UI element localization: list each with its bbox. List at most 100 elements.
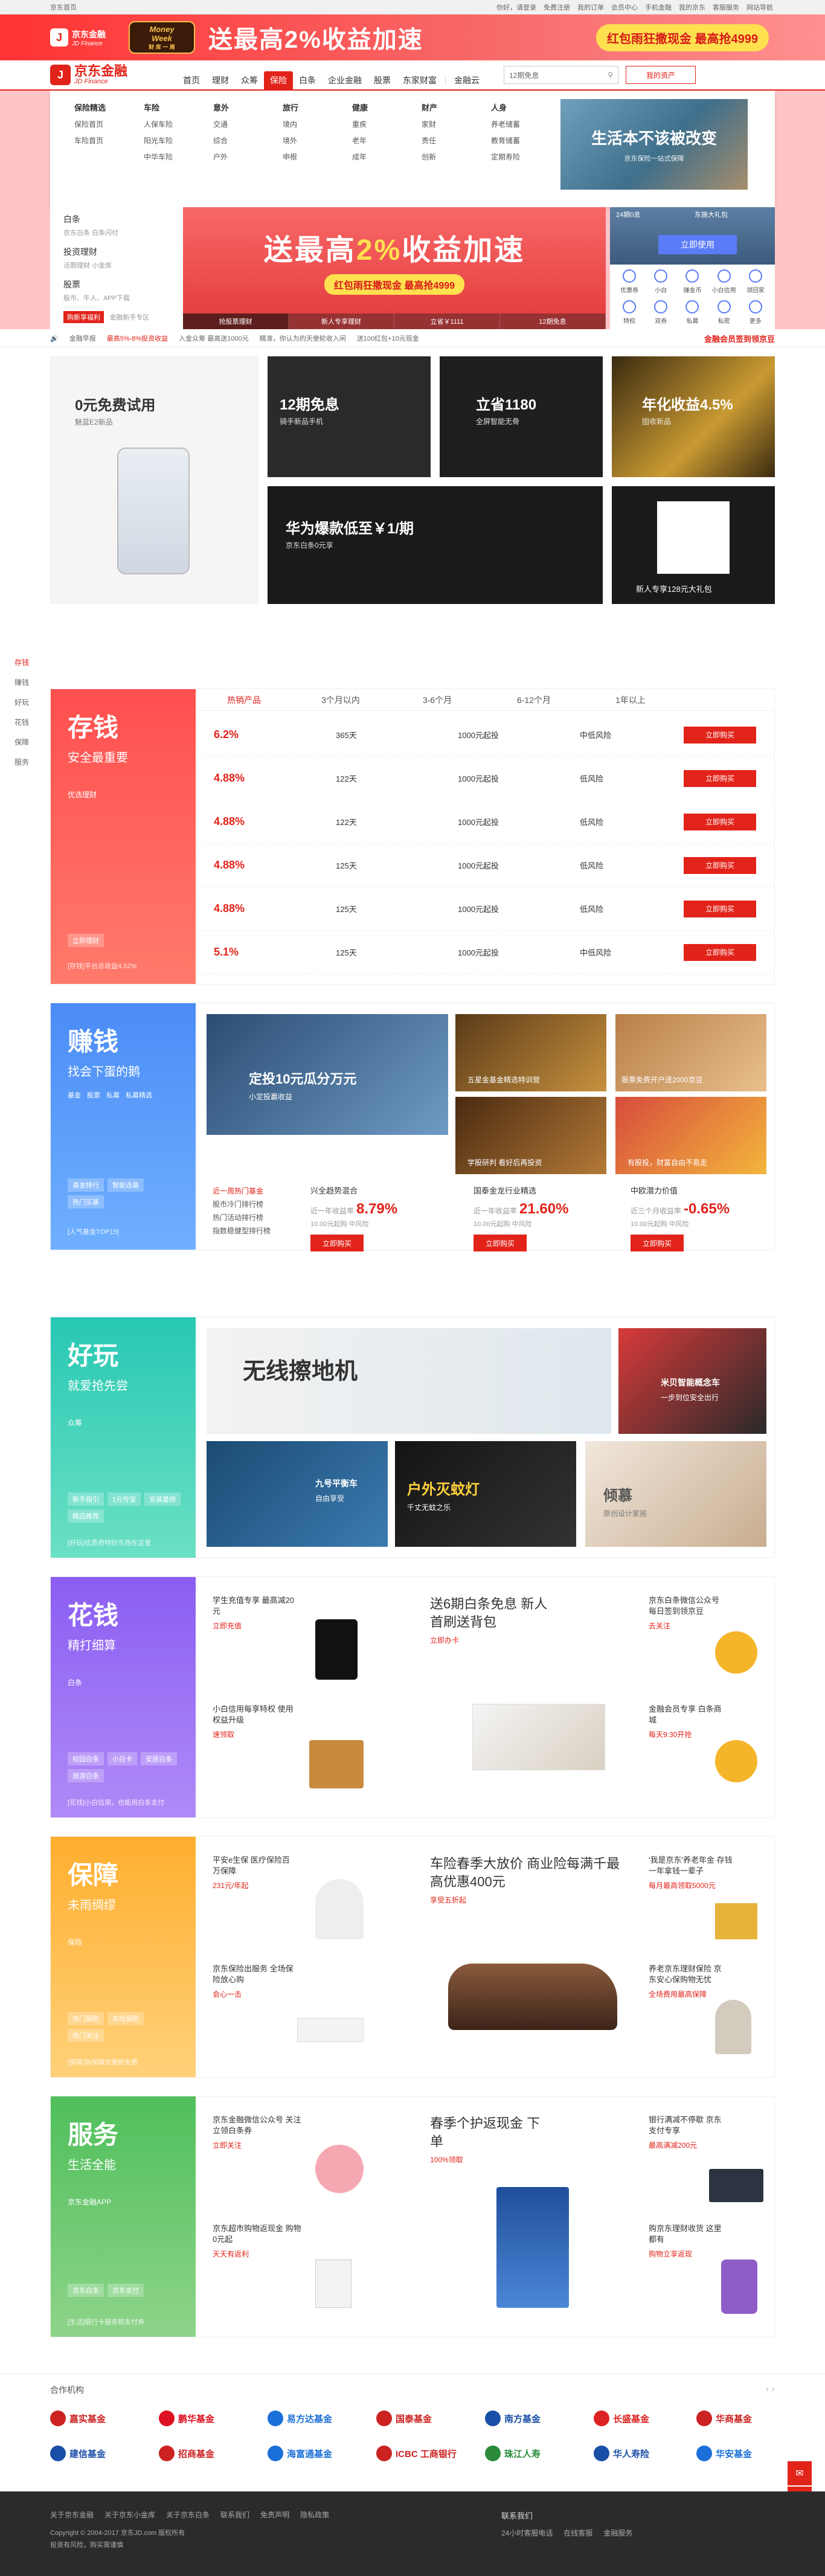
buy-button[interactable]: 立即购买 — [684, 726, 756, 744]
partner-logo[interactable]: 鹏华基金 — [159, 2411, 214, 2426]
floor-tag-button[interactable]: 热门关注 — [68, 2029, 104, 2042]
fund-side-item[interactable]: 近一周热门基金 — [213, 1184, 271, 1198]
tile-free-trial[interactable]: 0元免费试用 魅蓝E2新品 — [50, 356, 258, 604]
floor-tag-button[interactable]: 1元夺宝 — [108, 1492, 141, 1506]
footer-link[interactable]: 隐私政策 — [300, 2510, 329, 2520]
feedback-icon[interactable]: ✉ — [788, 2461, 812, 2485]
nav-enterprise[interactable]: 企业金融 — [322, 71, 368, 89]
card-bike[interactable]: 米贝智能概念车 一步到位安全出行 — [618, 1328, 766, 1434]
info-link[interactable]: 每月最高领取5000元 — [649, 1880, 769, 1890]
buy-button[interactable]: 立即购买 — [684, 856, 756, 874]
floor-tag-button[interactable]: 车险保险 — [108, 2012, 144, 2025]
tab-6-12m[interactable]: 6-12个月 — [486, 689, 582, 710]
info-block[interactable]: 养老京东理财保险 京东安心保购物无忧 全场费用最高保障 — [649, 1964, 769, 2060]
newbie-zone-link[interactable]: 金融新手专区 — [109, 312, 149, 322]
partner-logo[interactable]: 易方达基金 — [268, 2411, 332, 2426]
mega-link[interactable]: 创新 — [422, 152, 436, 162]
info-block-featured[interactable]: 车险春季大放价 商业险每满千最高优惠400元 享受五折起 — [430, 1855, 629, 2060]
footer-link[interactable]: 关于京东白条 — [166, 2510, 210, 2520]
floor-tag-button[interactable]: 安居白条 — [141, 1752, 177, 1765]
floor-tip[interactable]: [好玩]优质奇特好东西在这里 — [68, 1538, 151, 1547]
next-arrow-icon[interactable]: › — [772, 2384, 775, 2394]
floor-tip[interactable]: [人气基金TOP15] — [68, 1227, 119, 1236]
buy-button[interactable]: 立即购买 — [684, 900, 756, 917]
info-block[interactable]: 京东超市购物返现金 购物0元起 天天有返利 — [213, 2223, 394, 2320]
promo-pill[interactable]: 红包雨狂撒现金 最高抢4999 — [595, 24, 769, 51]
quick-coins[interactable]: 赚金币 — [676, 269, 708, 294]
floor-tag[interactable]: 股票 — [87, 1090, 100, 1100]
sidenav-fuwu[interactable]: 服务 — [14, 752, 39, 772]
card-mop[interactable]: 无线擦地机 — [207, 1328, 611, 1434]
mega-link[interactable]: 家财 — [422, 119, 436, 129]
floor-tag[interactable]: 众筹 — [68, 1418, 179, 1428]
floor-tag-button[interactable]: 旅游白条 — [68, 1769, 104, 1782]
nav-stock[interactable]: 股票 — [368, 71, 397, 89]
buy-button[interactable]: 立即购买 — [473, 1235, 527, 1251]
mega-menu-ad[interactable]: 生活本不该被改变 京东保险一站式保障 — [560, 99, 748, 190]
mega-link[interactable]: 老年 — [352, 135, 367, 146]
floor-tag[interactable]: 私募 — [106, 1090, 120, 1100]
mega-link[interactable]: 阳光车险 — [144, 135, 173, 146]
fund-item[interactable]: 中欧潜力价值 近三个月收益率 -0.65% 10.00元起购 中风险 立即购买 — [631, 1184, 775, 1251]
mega-link[interactable]: 境外 — [283, 135, 297, 146]
floor-tag-button[interactable]: 新手指引 — [68, 1492, 104, 1506]
info-link[interactable]: 100%领取 — [430, 2154, 629, 2165]
floor-tag-button[interactable]: 小白卡 — [108, 1752, 137, 1765]
info-link[interactable]: 立即办卡 — [430, 1635, 629, 1645]
card-stock-learn[interactable]: 学股研判 看好后再投资 — [455, 1097, 606, 1174]
info-link[interactable]: 速领取 — [213, 1729, 394, 1739]
mega-link[interactable]: 教育储蓄 — [491, 135, 520, 146]
product-row[interactable]: 4.88% 122天 1000元起投 低风险 立即购买 — [196, 757, 774, 800]
mega-link[interactable]: 申根 — [283, 152, 297, 162]
info-block[interactable]: 购京东理财收货 这里都有 购物立享返现 — [649, 2223, 769, 2320]
sign-in-promo[interactable]: 金融会员签到领京豆 — [704, 333, 775, 344]
category-licai[interactable]: 投资理财 活期理财 小金库 — [63, 246, 170, 270]
mega-link[interactable]: 交通 — [213, 119, 228, 129]
partner-logo[interactable]: 华商基金 — [696, 2411, 752, 2426]
product-row[interactable]: 4.88% 122天 1000元起投 低风险 立即购买 — [196, 800, 774, 844]
hero-banner[interactable]: 送最高2%收益加速 红包雨狂撒现金 最高抢4999 抢股票理财 新人专享理财 立… — [183, 207, 606, 329]
mega-link[interactable]: 车险首页 — [74, 135, 103, 146]
card-wealth[interactable]: 有股投，财富自由不易走 — [615, 1097, 766, 1174]
nav-home[interactable]: 首页 — [177, 71, 206, 89]
quick-more[interactable]: 更多 — [740, 300, 771, 325]
sidenav-huaqian[interactable]: 花钱 — [14, 712, 39, 732]
category-stock[interactable]: 股票 股市、牛人、APP下载 — [63, 278, 170, 303]
mega-link[interactable]: 人保车险 — [144, 119, 173, 129]
quick-credit[interactable]: 小白信用 — [708, 269, 740, 294]
contact-phone[interactable]: 24小时客服电话 — [501, 2528, 553, 2538]
card-stock-open[interactable]: 股票免费开户送2000京豆 — [615, 1014, 766, 1091]
buy-button[interactable]: 立即购买 — [310, 1235, 364, 1251]
floor-tag-button[interactable]: 智能选基 — [108, 1178, 144, 1192]
card-fund-camp[interactable]: 五星金基金精选特训营 — [455, 1014, 606, 1091]
info-link[interactable]: 天天有返利 — [213, 2249, 394, 2259]
floor-tip[interactable]: [生活]银行卡服务和支付券 — [68, 2317, 144, 2327]
fund-item[interactable]: 国泰金龙行业精选 近一年收益率 21.60% 10.00元起购 中风险 立即购买 — [473, 1184, 618, 1251]
partner-logo[interactable]: 长盛基金 — [594, 2411, 649, 2426]
nav-zhongchou[interactable]: 众筹 — [235, 71, 264, 89]
info-link[interactable]: 会心一击 — [213, 1989, 394, 1999]
info-block[interactable]: 平安e生保 医疗保险百万保障 231元/年起 — [213, 1855, 394, 1951]
floor-tag-button[interactable]: 热门保险 — [68, 2012, 104, 2025]
floor-tag[interactable]: 白条 — [68, 1677, 179, 1688]
partner-logo[interactable]: 招商基金 — [159, 2446, 214, 2461]
info-block[interactable]: 小白信用每享特权 使用权益升级 速领取 — [213, 1704, 394, 1800]
fund-side-item[interactable]: 股市冷门排行榜 — [213, 1198, 271, 1211]
mega-link[interactable]: 中华车险 — [144, 152, 173, 162]
info-link[interactable]: 立即关注 — [213, 2140, 394, 2150]
partner-logo[interactable]: 嘉实基金 — [50, 2411, 106, 2426]
tile-annual-yield[interactable]: 年化收益4.5% 固收新品 — [612, 356, 775, 477]
quick-coupon[interactable]: 优惠券 — [614, 269, 645, 294]
floor-tip[interactable]: [保障]购保障优惠和免费 — [68, 2057, 138, 2067]
mega-link[interactable]: 重疾 — [352, 119, 367, 129]
ticker-item[interactable]: 送100红包+10元现金 — [357, 333, 419, 343]
floor-tag-button[interactable]: 精品推荐 — [68, 1509, 104, 1523]
nav-dongjia[interactable]: 东家财富 — [397, 71, 443, 89]
brand-logo[interactable]: J 京东金融 JD Finance — [50, 65, 177, 85]
info-block[interactable]: 京东保险出服务 全场保险放心购 会心一击 — [213, 1964, 394, 2060]
mega-link[interactable]: 保险首页 — [74, 119, 103, 129]
member-link[interactable]: 会员中心 — [609, 2, 640, 12]
info-link[interactable]: 全场费用最高保障 — [649, 1989, 769, 1999]
card-dingtou[interactable]: 定投10元瓜分万元 小定投赢收益 — [207, 1014, 448, 1135]
mega-link[interactable]: 户外 — [213, 152, 228, 162]
